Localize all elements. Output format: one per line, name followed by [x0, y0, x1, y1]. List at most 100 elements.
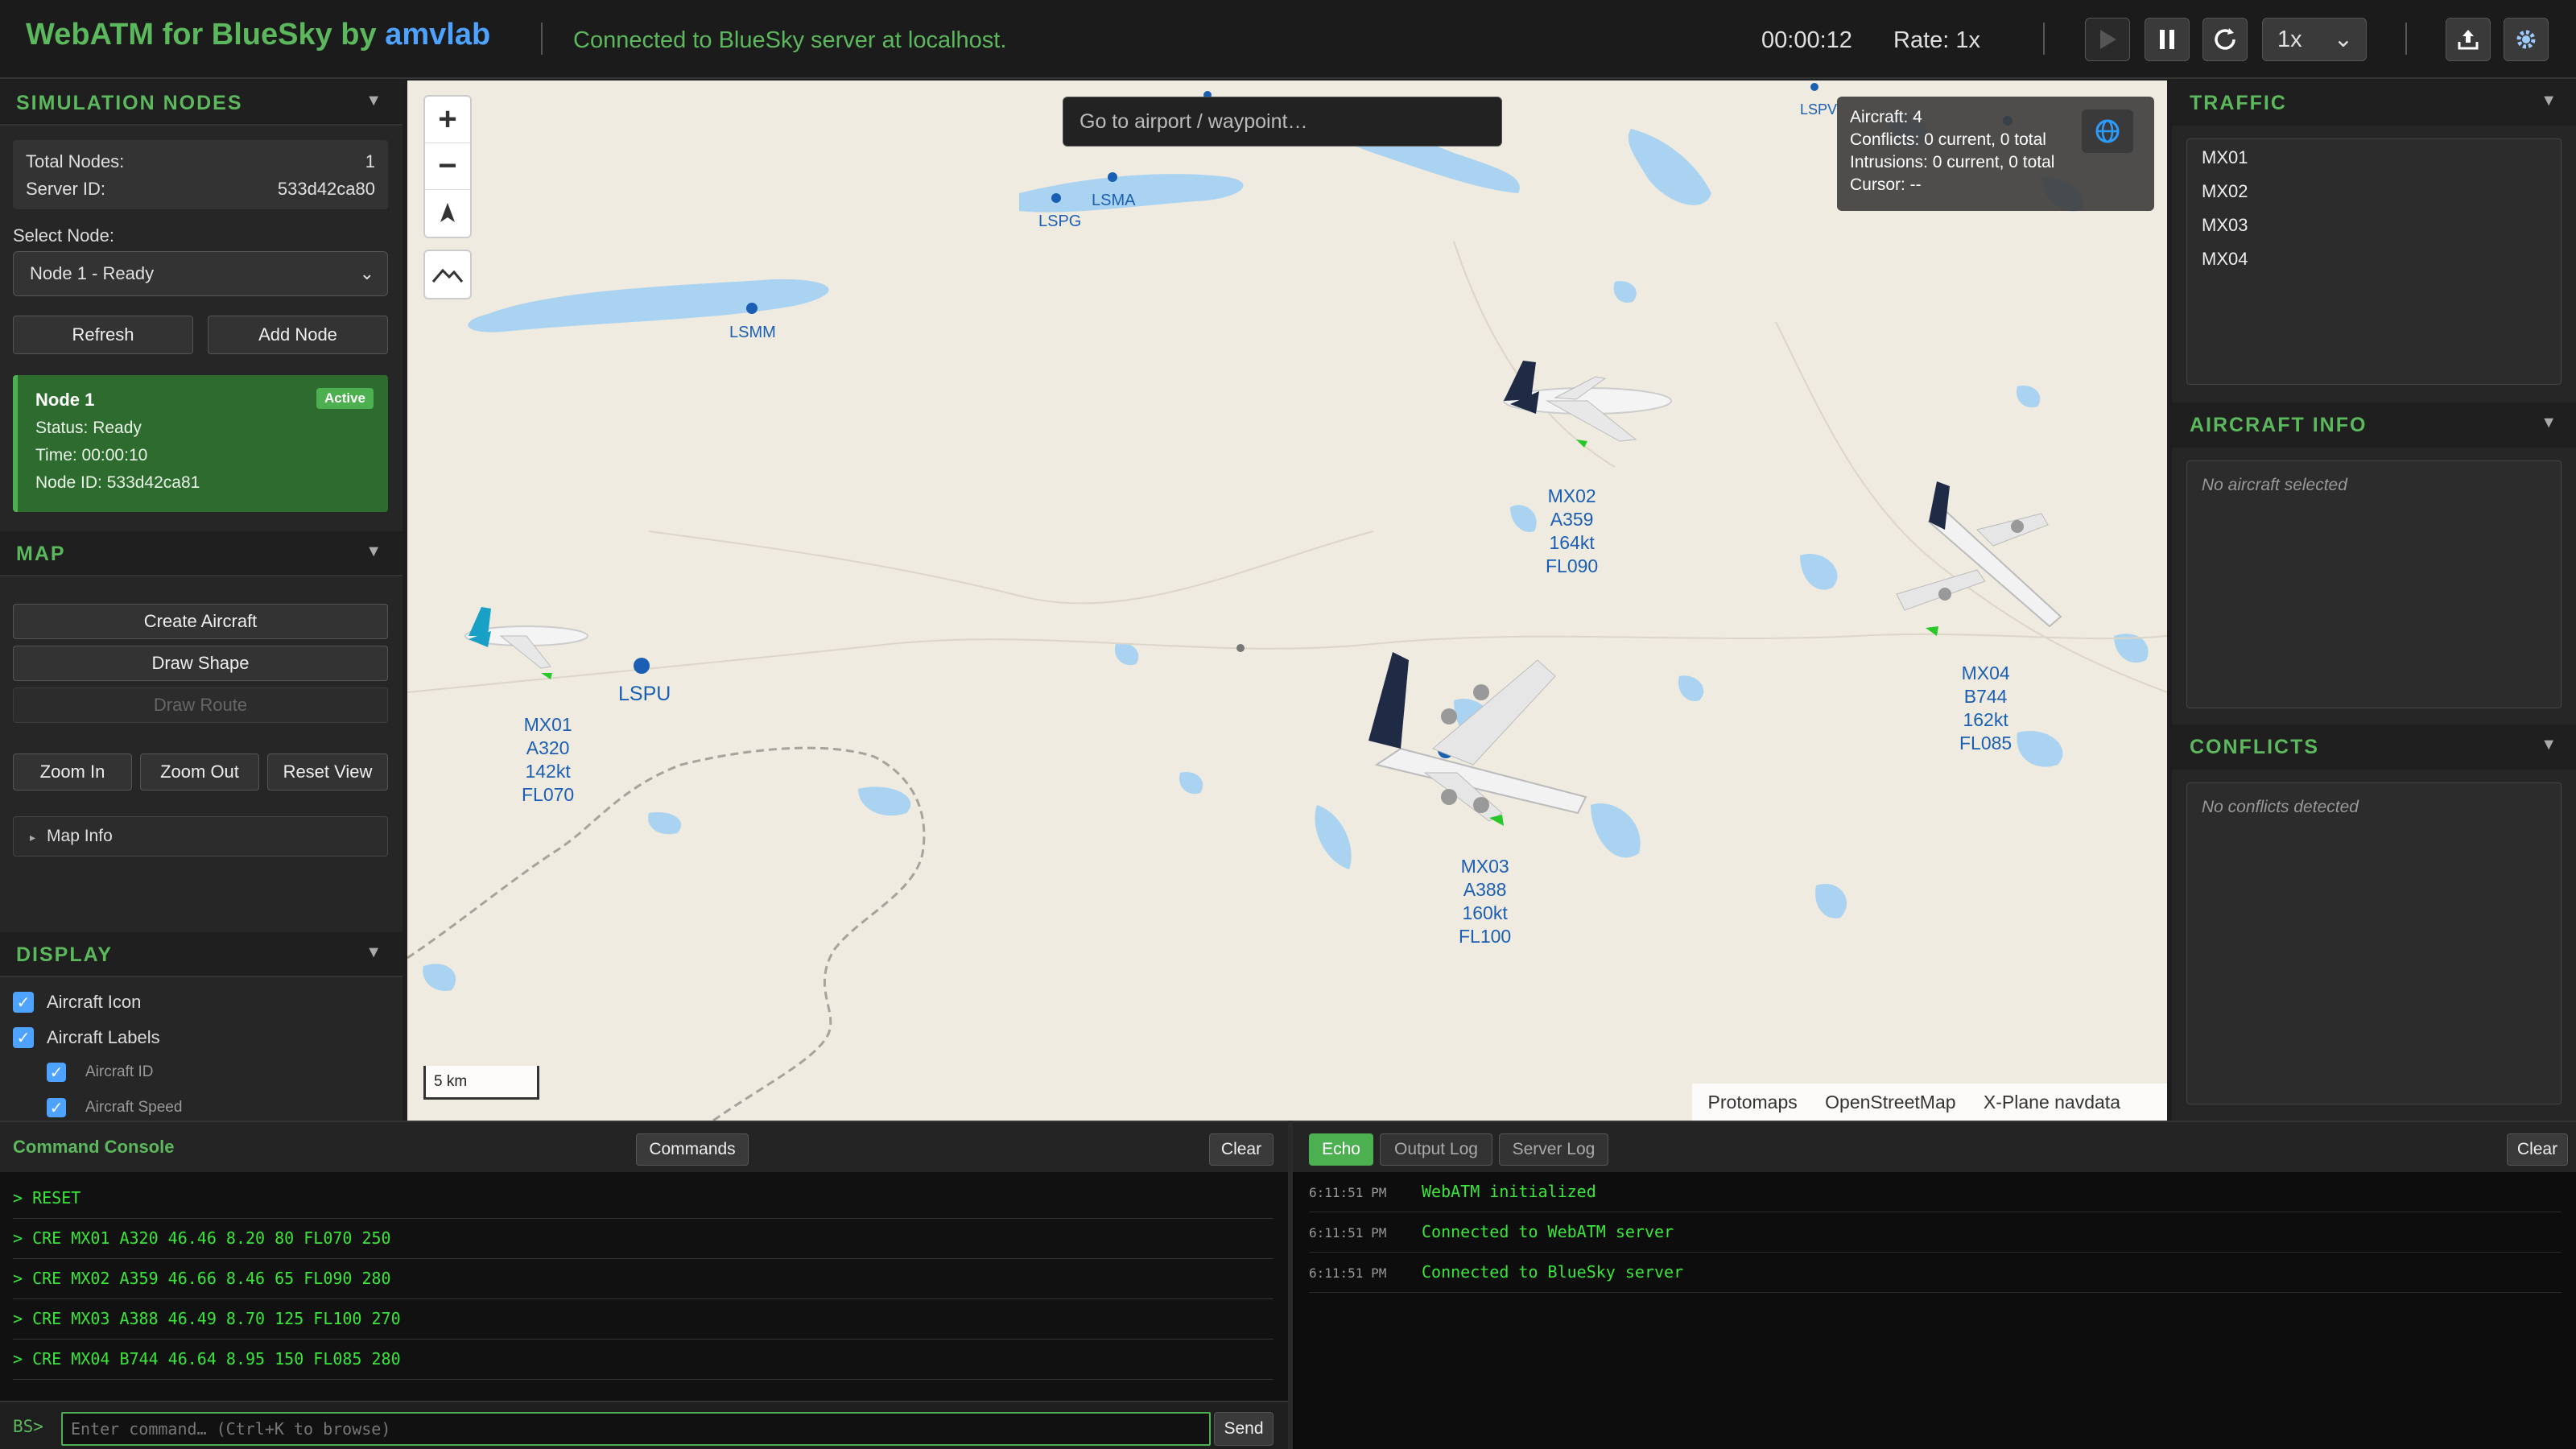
- checkmark-icon: ✓: [47, 1098, 66, 1117]
- upload-button[interactable]: [2446, 18, 2491, 61]
- map-view[interactable]: + − Go to airport / waypoint… Aircraft: …: [407, 80, 2167, 1121]
- node-id: Node ID: 533d42ca81: [35, 473, 200, 492]
- tab-output-log[interactable]: Output Log: [1380, 1133, 1492, 1166]
- compass-icon[interactable]: [425, 190, 470, 237]
- aircraft-callsign: MX01: [523, 714, 572, 735]
- map-section-header[interactable]: MAP ▼: [0, 531, 402, 576]
- node-card[interactable]: Node 1 Active Status: Ready Time: 00:00:…: [13, 375, 388, 512]
- zoom-in-icon[interactable]: +: [425, 97, 470, 143]
- aircraft-label[interactable]: MX04 B744 162kt FL085: [1959, 662, 2012, 755]
- aircraft-label[interactable]: MX01 A320 142kt FL070: [522, 713, 574, 807]
- aircraft-callsign: MX02: [1547, 485, 1596, 506]
- checkbox-label: Aircraft Icon: [47, 992, 142, 1012]
- speed-select[interactable]: 1x ⌄: [2262, 18, 2367, 61]
- map-info-label: Map Info: [47, 827, 113, 845]
- console-line: > CRE MX02 A359 46.66 8.46 65 FL090 280: [13, 1259, 1274, 1299]
- section-title: CONFLICTS: [2190, 736, 2320, 758]
- clear-log-button[interactable]: Clear: [2507, 1133, 2568, 1166]
- pause-button[interactable]: [2145, 18, 2190, 61]
- pause-icon: [2160, 30, 2174, 49]
- reset-view-button[interactable]: Reset View: [267, 753, 388, 791]
- aircraft-type: A359: [1550, 509, 1594, 530]
- traffic-item[interactable]: MX02: [2202, 181, 2248, 202]
- scale-bar: 5 km: [423, 1066, 539, 1100]
- settings-button[interactable]: [2504, 18, 2549, 61]
- conflicts-header[interactable]: CONFLICTS ▼: [2172, 724, 2576, 770]
- server-id-value: 533d42ca80: [277, 179, 375, 199]
- upload-icon: [2458, 30, 2479, 50]
- attribution-link[interactable]: X-Plane navdata: [1984, 1092, 2120, 1113]
- add-node-button[interactable]: Add Node: [208, 316, 388, 354]
- waypoint-label: LSPG: [1038, 213, 1082, 230]
- send-button[interactable]: Send: [1214, 1412, 1274, 1446]
- right-sidebar: TRAFFIC ▼ MX01 MX02 MX03 MX04 AIRCRAFT IN…: [2172, 80, 2576, 1121]
- console-line: > CRE MX03 A388 46.49 8.70 125 FL100 270: [13, 1299, 1274, 1340]
- checkbox-label: Aircraft ID: [85, 1063, 154, 1080]
- tab-echo[interactable]: Echo: [1309, 1133, 1373, 1166]
- traffic-item[interactable]: MX03: [2202, 215, 2248, 236]
- zoom-out-icon[interactable]: −: [425, 143, 470, 190]
- traffic-header[interactable]: TRAFFIC ▼: [2172, 80, 2576, 126]
- display-section-header[interactable]: DISPLAY ▼: [0, 932, 402, 977]
- app-title: WebATM for BlueSky by amvlab: [26, 18, 490, 52]
- node-select[interactable]: Node 1 - Ready ⌄: [13, 251, 388, 296]
- brand-link[interactable]: amvlab: [385, 18, 490, 52]
- aircraft-labels-checkbox[interactable]: ✓ Aircraft Labels: [13, 1027, 160, 1048]
- command-input[interactable]: Enter command… (Ctrl+K to browse): [61, 1412, 1211, 1446]
- zoom-in-button[interactable]: Zoom In: [13, 753, 132, 791]
- header-divider: [2043, 23, 2045, 55]
- traffic-item[interactable]: MX01: [2202, 147, 2248, 168]
- aircraft-icon-checkbox[interactable]: ✓ Aircraft Icon: [13, 992, 141, 1013]
- zoom-out-button[interactable]: Zoom Out: [140, 753, 259, 791]
- sim-nodes-header[interactable]: SIMULATION NODES ▼: [0, 80, 402, 126]
- aircraft-callsign: MX03: [1460, 856, 1509, 877]
- draw-route-button[interactable]: Draw Route: [13, 687, 388, 723]
- cursor-position: Cursor: --: [1850, 175, 1922, 194]
- refresh-button[interactable]: Refresh: [13, 316, 193, 354]
- attribution-link[interactable]: Protomaps: [1708, 1092, 1798, 1113]
- checkbox-label: Aircraft Labels: [47, 1027, 160, 1047]
- log-entry: 6:11:51 PM WebATM initialized: [1309, 1172, 2562, 1212]
- simulation-time: 00:00:12: [1761, 27, 1852, 53]
- traffic-item[interactable]: MX04: [2202, 249, 2248, 270]
- prompt-label: BS>: [13, 1417, 43, 1436]
- app-title-text: WebATM for BlueSky by: [26, 18, 386, 52]
- reset-button[interactable]: [2202, 18, 2248, 61]
- tab-server-log[interactable]: Server Log: [1499, 1133, 1608, 1166]
- checkmark-icon: ✓: [13, 1027, 34, 1048]
- aircraft-icon[interactable]: [1499, 353, 1676, 449]
- intrusions-count: Intrusions: 0 current, 0 total: [1850, 153, 2055, 171]
- aircraft-flight-level: FL070: [522, 784, 575, 805]
- console-line: > CRE MX01 A320 46.46 8.20 80 FL070 250: [13, 1219, 1274, 1259]
- aircraft-flight-level: FL090: [1546, 555, 1599, 576]
- waypoint-label: LSPU: [618, 683, 671, 705]
- clear-console-button[interactable]: Clear: [1209, 1133, 1274, 1166]
- terrain-control: [423, 250, 472, 299]
- aircraft-callsign: MX04: [1961, 663, 2010, 683]
- map-info-toggle[interactable]: ▸ Map Info: [13, 816, 388, 857]
- checkmark-icon: ✓: [13, 992, 34, 1013]
- aircraft-info-header[interactable]: AIRCRAFT INFO ▼: [2172, 402, 2576, 448]
- goto-search-input[interactable]: Go to airport / waypoint…: [1063, 97, 1502, 147]
- aircraft-id-checkbox[interactable]: ✓ Aircraft ID: [47, 1063, 153, 1082]
- aircraft-label[interactable]: MX03 A388 160kt FL100: [1459, 855, 1511, 948]
- play-button[interactable]: [2085, 18, 2130, 61]
- create-aircraft-button[interactable]: Create Aircraft: [13, 604, 388, 639]
- globe-button[interactable]: [2082, 109, 2133, 153]
- node-summary: Total Nodes: 1 Server ID: 533d42ca80: [13, 140, 388, 209]
- node-select-value: Node 1 - Ready: [30, 263, 155, 283]
- aircraft-icon[interactable]: [460, 596, 589, 684]
- header-divider: [541, 23, 543, 55]
- aircraft-speed: 162kt: [1963, 709, 2008, 730]
- collapse-icon: ▼: [2541, 92, 2557, 109]
- aircraft-label[interactable]: MX02 A359 164kt FL090: [1546, 485, 1598, 578]
- aircraft-icon[interactable]: [1344, 644, 1602, 837]
- attribution-link[interactable]: OpenStreetMap: [1825, 1092, 1955, 1113]
- aircraft-type: A388: [1463, 879, 1507, 900]
- aircraft-speed-checkbox[interactable]: ✓ Aircraft Speed: [47, 1098, 182, 1117]
- draw-shape-button[interactable]: Draw Shape: [13, 646, 388, 681]
- aircraft-icon[interactable]: [1880, 481, 2074, 642]
- commands-button[interactable]: Commands: [636, 1133, 749, 1166]
- aircraft-info-panel: No aircraft selected: [2186, 460, 2562, 708]
- terrain-icon[interactable]: [425, 251, 470, 298]
